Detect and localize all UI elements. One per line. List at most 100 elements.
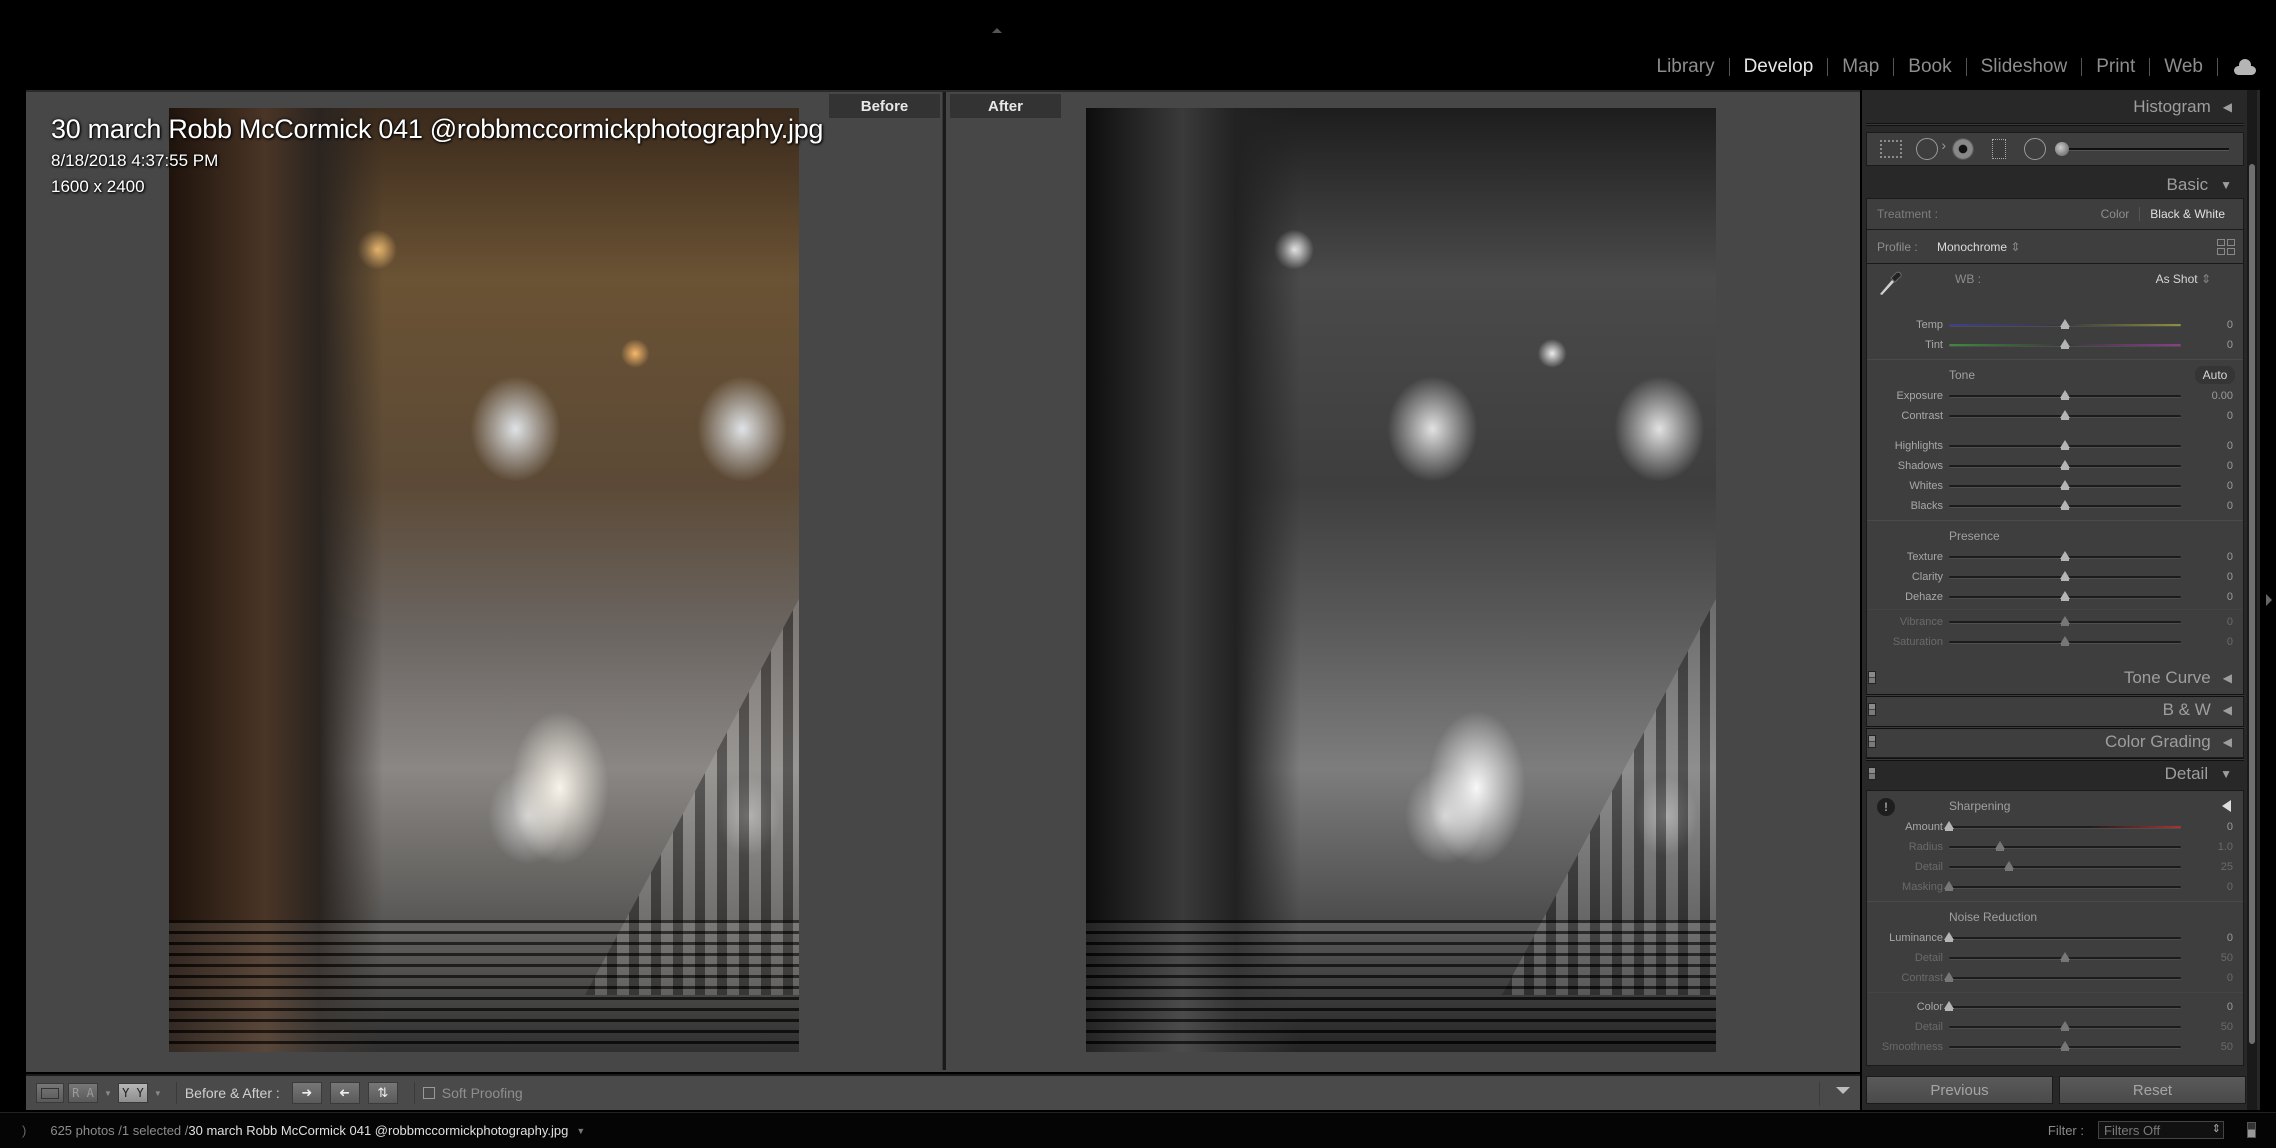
treatment-black-white[interactable]: Black & White <box>2140 207 2235 221</box>
slider-value[interactable]: 0 <box>2227 932 2233 944</box>
slider-value[interactable]: 50 <box>2221 1021 2233 1033</box>
slider-value[interactable]: 0 <box>2227 636 2233 648</box>
filter-lock-icon[interactable] <box>2247 1122 2256 1138</box>
slider-value[interactable]: 0 <box>2227 616 2233 628</box>
previous-button[interactable]: Previous <box>1866 1076 2053 1104</box>
slider-value[interactable]: 0 <box>2227 551 2233 563</box>
top-panel-toggle-icon[interactable] <box>992 28 1002 33</box>
panel-toggle-switch[interactable] <box>1868 703 1876 716</box>
toolbar-menu-chevron-icon[interactable] <box>1836 1087 1850 1094</box>
slider-thumb[interactable] <box>2060 635 2070 646</box>
slider-track[interactable] <box>1949 570 2181 581</box>
slider-thumb[interactable] <box>2060 459 2070 470</box>
profile-browser-icon[interactable] <box>2217 238 2235 255</box>
zoom-preview-toggle-icon[interactable] <box>2222 800 2231 812</box>
slider-value[interactable]: 0 <box>2227 881 2233 893</box>
slider-track[interactable] <box>1949 479 2181 490</box>
slider-thumb[interactable] <box>1995 840 2006 851</box>
right-panel-toggle-icon[interactable] <box>2266 594 2272 606</box>
slider-value[interactable]: 0 <box>2227 591 2233 603</box>
slider-thumb[interactable] <box>2060 479 2070 490</box>
slider-thumb[interactable] <box>2060 1040 2070 1051</box>
reference-view-button[interactable]: R A <box>68 1083 98 1103</box>
slider-track[interactable] <box>1949 1040 2181 1051</box>
slider-value[interactable]: 0 <box>2227 440 2233 452</box>
module-slideshow[interactable]: Slideshow <box>1967 54 2082 80</box>
chevron-down-icon[interactable]: ▼ <box>104 1089 112 1098</box>
eyedropper-icon[interactable] <box>1877 270 1903 296</box>
slider-track[interactable] <box>1949 951 2181 962</box>
slider-thumb[interactable] <box>2060 389 2070 400</box>
module-library[interactable]: Library <box>1643 54 1729 80</box>
slider-thumb[interactable] <box>1944 880 1954 891</box>
slider-track[interactable] <box>1944 880 2181 891</box>
slider-thumb[interactable] <box>1944 1000 1954 1011</box>
red-eye-tool[interactable] <box>1951 137 1975 161</box>
slider-track[interactable] <box>1949 590 2181 601</box>
slider-track[interactable] <box>1949 615 2181 626</box>
bw-header[interactable]: B & W ◀ <box>1862 695 2248 725</box>
slider-value[interactable]: 0 <box>2227 500 2233 512</box>
module-print[interactable]: Print <box>2082 54 2149 80</box>
slider-value[interactable]: 25 <box>2221 861 2233 873</box>
auto-tone-button[interactable]: Auto <box>2195 366 2235 384</box>
panel-scrollbar[interactable] <box>2247 90 2257 1110</box>
slider-thumb[interactable] <box>1944 820 1954 831</box>
slider-value[interactable]: 0 <box>2227 410 2233 422</box>
slider-track[interactable] <box>1949 318 2181 329</box>
before-after-view-button[interactable]: Y Y <box>117 1083 148 1103</box>
slider-track[interactable] <box>1944 820 2181 831</box>
chevron-down-icon[interactable]: ▼ <box>576 1126 585 1136</box>
copy-before-to-after-button[interactable]: ➜ <box>291 1082 322 1104</box>
wb-select[interactable]: As Shot ⇕ <box>2156 272 2211 286</box>
slider-value[interactable]: 0 <box>2227 480 2233 492</box>
module-web[interactable]: Web <box>2150 54 2217 80</box>
slider-track[interactable] <box>1949 840 2181 851</box>
slider-thumb[interactable] <box>2060 590 2070 601</box>
slider-value[interactable]: 0 <box>2227 319 2233 331</box>
slider-track[interactable] <box>1944 971 2181 982</box>
slider-track[interactable] <box>1949 389 2181 400</box>
cloud-icon[interactable] <box>2232 59 2258 75</box>
slider-thumb[interactable] <box>2060 615 2070 626</box>
spot-removal-tool[interactable] <box>1915 137 1946 161</box>
warning-icon[interactable]: ! <box>1877 798 1895 816</box>
slider-thumb[interactable] <box>2060 318 2070 329</box>
slider-thumb[interactable] <box>1944 971 1954 982</box>
slider-thumb[interactable] <box>2060 499 2070 510</box>
slider-value[interactable]: 0 <box>2227 460 2233 472</box>
slider-value[interactable]: 0 <box>2227 571 2233 583</box>
after-photo[interactable] <box>1086 108 1716 1052</box>
copy-after-to-before-button[interactable]: ➜ <box>329 1082 360 1104</box>
slider-track[interactable] <box>1949 338 2181 349</box>
slider-value[interactable]: 1.0 <box>2218 841 2233 853</box>
slider-thumb[interactable] <box>2060 951 2070 962</box>
module-book[interactable]: Book <box>1894 54 1965 80</box>
slider-track[interactable] <box>1949 860 2181 871</box>
slider-track[interactable] <box>1944 1000 2181 1011</box>
slider-value[interactable]: 0.00 <box>2212 390 2233 402</box>
slider-thumb[interactable] <box>2060 409 2070 420</box>
slider-track[interactable] <box>1949 1020 2181 1031</box>
panel-toggle-switch[interactable] <box>1868 767 1876 780</box>
crop-tool[interactable] <box>1879 137 1903 161</box>
slider-value[interactable]: 0 <box>2227 339 2233 351</box>
current-filename[interactable]: 30 march Robb McCormick 041 @robbmccormi… <box>188 1123 568 1138</box>
slider-value[interactable]: 50 <box>2221 1041 2233 1053</box>
filter-select[interactable]: Filters Off <box>2098 1121 2224 1139</box>
detail-header[interactable]: Detail ▼ <box>1862 759 2248 789</box>
slider-track[interactable] <box>1949 459 2181 470</box>
color-grading-header[interactable]: Color Grading ◀ <box>1862 727 2248 757</box>
slider-track[interactable] <box>1944 931 2181 942</box>
slider-thumb[interactable] <box>2004 860 2015 871</box>
slider-value[interactable]: 0 <box>2227 972 2233 984</box>
slider-track[interactable] <box>1949 635 2181 646</box>
panel-toggle-switch[interactable] <box>1868 735 1876 748</box>
slider-thumb[interactable] <box>2060 439 2070 450</box>
slider-thumb[interactable] <box>2060 1020 2070 1031</box>
chevron-down-icon[interactable]: ▼ <box>154 1089 162 1098</box>
before-photo[interactable] <box>169 108 799 1052</box>
basic-header[interactable]: Basic ▼ <box>1862 170 2248 200</box>
slider-track[interactable] <box>1949 409 2181 420</box>
module-map[interactable]: Map <box>1828 54 1893 80</box>
